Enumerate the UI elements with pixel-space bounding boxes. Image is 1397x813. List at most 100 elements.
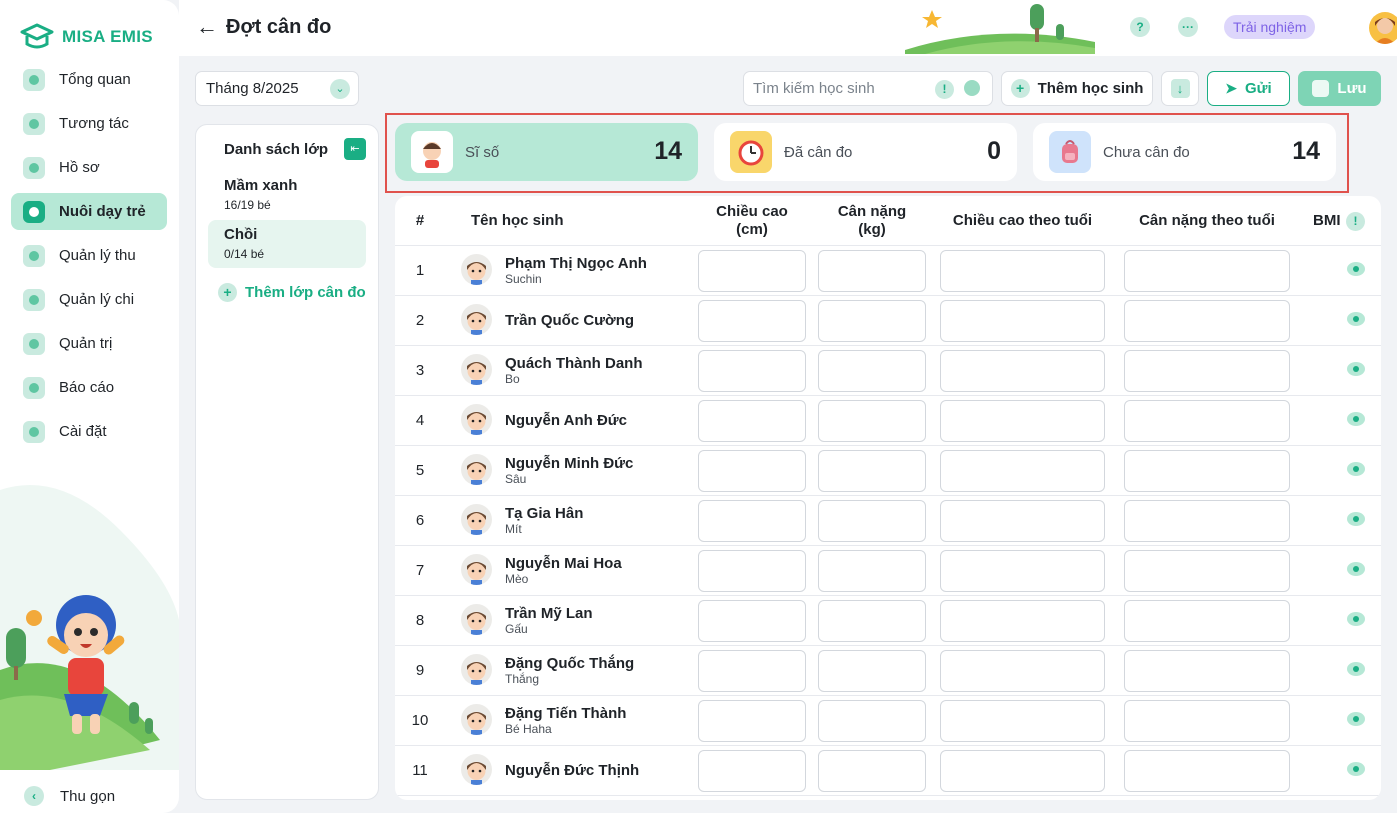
stat-card-measured[interactable]: Đã cân đo 0 (714, 123, 1017, 181)
stat-label: Sĩ số (465, 144, 500, 161)
student-name: Nguyễn Minh Đức (505, 455, 634, 472)
weight-for-age-field[interactable] (1124, 500, 1290, 542)
class-item[interactable]: Chồi 0/14 bé (208, 220, 366, 268)
more-icon[interactable]: ··· (1178, 17, 1198, 37)
save-button[interactable]: Lưu (1298, 71, 1381, 106)
eye-icon[interactable] (1347, 562, 1365, 576)
height-for-age-field[interactable] (940, 750, 1105, 792)
height-input[interactable] (698, 350, 806, 392)
weight-for-age-field[interactable] (1124, 350, 1290, 392)
sidebar-item[interactable]: Nuôi dạy trẻ (11, 193, 167, 230)
student-name: Tạ Gia Hân (505, 505, 584, 522)
weight-for-age-field[interactable] (1124, 450, 1290, 492)
weight-input[interactable] (818, 750, 926, 792)
sidebar-item[interactable]: Cài đặt (11, 413, 167, 450)
height-input[interactable] (698, 300, 806, 342)
height-input[interactable] (698, 650, 806, 692)
user-avatar[interactable] (1369, 12, 1397, 44)
briefcase-icon (23, 332, 45, 355)
sidebar-item[interactable]: Tương tác (11, 105, 167, 142)
height-for-age-field[interactable] (940, 700, 1105, 742)
height-for-age-field[interactable] (940, 300, 1105, 342)
help-icon[interactable]: ? (1130, 17, 1150, 37)
sidebar-item[interactable]: Tổng quan (11, 61, 167, 98)
trial-badge[interactable]: Trải nghiệm (1224, 15, 1316, 39)
weight-input[interactable] (818, 250, 926, 292)
height-input[interactable] (698, 750, 806, 792)
class-item[interactable]: Mầm xanh 16/19 bé (208, 171, 366, 219)
height-for-age-field[interactable] (940, 400, 1105, 442)
eye-icon[interactable] (1347, 262, 1365, 276)
student-avatar (461, 304, 492, 335)
weight-for-age-field[interactable] (1124, 550, 1290, 592)
eye-icon[interactable] (1347, 412, 1365, 426)
save-label: Lưu (1337, 80, 1367, 97)
height-for-age-field[interactable] (940, 600, 1105, 642)
row-index: 5 (415, 462, 425, 479)
height-input[interactable] (698, 550, 806, 592)
col-height: Chiều cao (cm) (698, 203, 806, 239)
add-class-button[interactable]: + Thêm lớp cân đo (218, 283, 366, 302)
app-logo[interactable]: MISA EMIS (20, 22, 153, 52)
weight-for-age-field[interactable] (1124, 650, 1290, 692)
stat-card-total[interactable]: Sĩ số 14 (395, 123, 698, 181)
weight-input[interactable] (818, 450, 926, 492)
height-for-age-field[interactable] (940, 250, 1105, 292)
height-input[interactable] (698, 400, 806, 442)
eye-icon[interactable] (1347, 512, 1365, 526)
stat-card-unmeasured[interactable]: Chưa cân đo 14 (1033, 123, 1336, 181)
eye-icon[interactable] (1347, 362, 1365, 376)
weight-input[interactable] (818, 550, 926, 592)
weight-for-age-field[interactable] (1124, 700, 1290, 742)
eye-icon[interactable] (1347, 612, 1365, 626)
sidebar-item[interactable]: Báo cáo (11, 369, 167, 406)
weight-input[interactable] (818, 500, 926, 542)
weight-for-age-field[interactable] (1124, 250, 1290, 292)
height-for-age-field[interactable] (940, 500, 1105, 542)
student-name: Trần Mỹ Lan (505, 605, 593, 622)
collapse-panel-icon[interactable]: ⇤ (344, 138, 366, 160)
sidebar-item[interactable]: Hồ sơ (11, 149, 167, 186)
info-icon[interactable]: ! (935, 80, 954, 99)
student-nickname: Sâu (505, 472, 527, 486)
bmi-info-icon[interactable]: ! (1346, 212, 1365, 231)
eye-icon[interactable] (1347, 462, 1365, 476)
sidebar-item[interactable]: Quản trị (11, 325, 167, 362)
weight-input[interactable] (818, 400, 926, 442)
weight-input[interactable] (818, 600, 926, 642)
height-for-age-field[interactable] (940, 450, 1105, 492)
weight-input[interactable] (818, 300, 926, 342)
weight-for-age-field[interactable] (1124, 600, 1290, 642)
height-for-age-field[interactable] (940, 350, 1105, 392)
eye-icon[interactable] (1347, 312, 1365, 326)
height-input[interactable] (698, 500, 806, 542)
height-for-age-field[interactable] (940, 650, 1105, 692)
add-student-button[interactable]: + Thêm học sinh (1001, 71, 1153, 106)
send-button[interactable]: ➤ Gửi (1207, 71, 1290, 106)
weight-for-age-field[interactable] (1124, 750, 1290, 792)
height-input[interactable] (698, 700, 806, 742)
search-input[interactable] (753, 80, 933, 97)
eye-icon[interactable] (1347, 712, 1365, 726)
chevron-left-icon: ‹ (24, 786, 44, 806)
weight-input[interactable] (818, 700, 926, 742)
height-input[interactable] (698, 450, 806, 492)
sidebar-item[interactable]: Quản lý thu (11, 237, 167, 274)
table-row: 5 Nguyễn Minh Đức Sâu (395, 446, 1381, 496)
table-body: 1 Phạm Thị Ngọc Anh Suchin 2 Trần Quốc Cường… (395, 246, 1381, 796)
month-select[interactable]: Tháng 8/2025 ⌄ (195, 71, 359, 106)
download-button[interactable]: ↓ (1161, 71, 1199, 106)
eye-icon[interactable] (1347, 762, 1365, 776)
eye-icon[interactable] (1347, 662, 1365, 676)
height-input[interactable] (698, 600, 806, 642)
weight-input[interactable] (818, 650, 926, 692)
back-arrow-icon[interactable]: ← (196, 16, 218, 38)
sidebar-item[interactable]: Quản lý chi (11, 281, 167, 318)
weight-for-age-field[interactable] (1124, 400, 1290, 442)
height-input[interactable] (698, 250, 806, 292)
search-icon[interactable] (964, 80, 980, 96)
weight-input[interactable] (818, 350, 926, 392)
weight-for-age-field[interactable] (1124, 300, 1290, 342)
height-for-age-field[interactable] (940, 550, 1105, 592)
collapse-sidebar-button[interactable]: ‹ Thu gọn (24, 786, 115, 806)
